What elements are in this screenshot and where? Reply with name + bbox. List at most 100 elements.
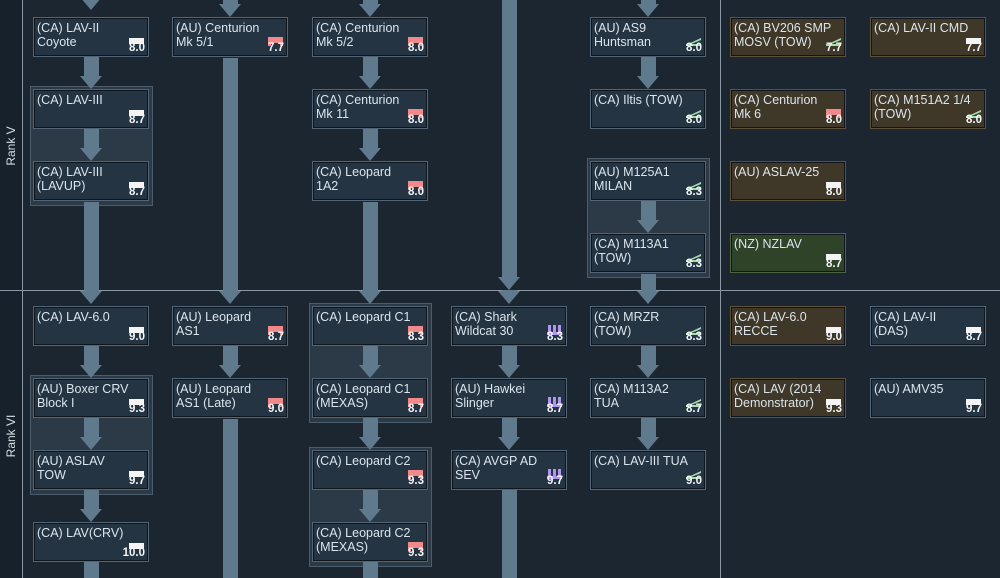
arrow-head [498, 291, 520, 304]
vehicle-card[interactable]: (CA) LAV-II Coyote 8.0 [33, 17, 149, 57]
arrow-head [80, 148, 102, 161]
vehicle-name: (CA) LAV(CRV) [37, 526, 124, 540]
arrow-shaft [223, 346, 238, 366]
vehicle-card[interactable]: (AU) M125A1 MILAN 8.3 [590, 161, 706, 201]
vehicle-card[interactable]: (AU) Leopard AS1 8.7 [172, 306, 288, 346]
vehicle-card[interactable]: (AU) ASLAV TOW 9.7 [33, 450, 149, 490]
vehicle-name: (CA) Leopard C1 (MEXAS) [316, 382, 411, 410]
vehicle-card[interactable]: (CA) M113A2 TUA 8.7 [590, 378, 706, 418]
vehicle-card[interactable]: (CA) Shark Wildcat 30 8.3 [451, 306, 567, 346]
battle-rating: 9.3 [129, 403, 145, 415]
arrow-head [359, 76, 381, 89]
vehicle-name: (CA) Centurion Mk 5/2 [316, 21, 400, 49]
vehicle-card[interactable]: (CA) LAV-6.0 9.0 [33, 306, 149, 346]
vehicle-name: (CA) AVGP AD SEV [455, 454, 538, 482]
vehicle-card[interactable]: (AU) AMV35 9.7 [870, 378, 986, 418]
arrow-head [219, 365, 241, 378]
battle-rating: 8.7 [129, 114, 145, 126]
vehicle-card[interactable]: (CA) Leopard C1 8.3 [312, 306, 428, 346]
vehicle-card[interactable]: (CA) BV206 SMP MOSV (TOW) 7.7 [730, 17, 846, 57]
vehicle-card[interactable]: (AU) Hawkei Slinger 8.7 [451, 378, 567, 418]
arrow-shaft [641, 201, 656, 221]
battle-rating: 8.3 [686, 331, 702, 343]
vehicle-card[interactable]: (NZ) NZLAV 8.7 [730, 233, 846, 273]
vehicle-card[interactable]: (CA) M151A2 1/4 (TOW) 8.0 [870, 89, 986, 129]
vehicle-name: (CA) LAV (2014 Demonstrator) [734, 382, 822, 410]
vehicle-card[interactable]: (CA) LAV-III (LAVUP) 8.7 [33, 161, 149, 201]
vehicle-card[interactable]: (CA) Leopard C2 9.3 [312, 450, 428, 490]
vehicle-card[interactable]: (AU) Centurion Mk 5/1 7.7 [172, 17, 288, 57]
vehicle-name: (CA) Iltis (TOW) [594, 93, 683, 107]
vehicle-name: (CA) LAV-6.0 [37, 310, 110, 324]
arrow-head [637, 437, 659, 450]
vehicle-card[interactable]: (CA) LAV (2014 Demonstrator) 9.3 [730, 378, 846, 418]
arrow-shaft [84, 57, 99, 77]
vehicle-name: (CA) Leopard C2 (MEXAS) [316, 526, 411, 554]
vehicle-name: (CA) Leopard C1 [316, 310, 411, 324]
rank-vi-label: Rank VI [4, 414, 18, 458]
vehicle-name: (CA) Centurion Mk 6 [734, 93, 818, 121]
battle-rating: 8.7 [826, 258, 842, 270]
arrow-shaft [223, 419, 238, 578]
vehicle-name: (CA) Shark Wildcat 30 [455, 310, 517, 338]
arrow-head [498, 365, 520, 378]
battle-rating: 8.0 [826, 186, 842, 198]
vehicle-name: (CA) Leopard C2 [316, 454, 411, 468]
vehicle-card[interactable]: (CA) LAV-II (DAS) 8.7 [870, 306, 986, 346]
vehicle-card[interactable]: (CA) Leopard 1A2 8.0 [312, 161, 428, 201]
arrow-head [219, 291, 241, 304]
battle-rating: 8.0 [408, 114, 424, 126]
arrow-shaft [84, 418, 99, 438]
vehicle-card[interactable]: (CA) Centurion Mk 6 8.0 [730, 89, 846, 129]
battle-rating: 9.0 [268, 403, 284, 415]
vehicle-name: (CA) Leopard 1A2 [316, 165, 392, 193]
vehicle-name: (AU) Hawkei Slinger [455, 382, 526, 410]
arrow-shaft [363, 418, 378, 438]
battle-rating: 9.7 [129, 475, 145, 487]
arrow-shaft [502, 418, 517, 438]
vehicle-card[interactable]: (AU) Leopard AS1 (Late) 9.0 [172, 378, 288, 418]
vehicle-card[interactable]: (CA) MRZR (TOW) 8.3 [590, 306, 706, 346]
arrow-head [219, 4, 241, 17]
vehicle-card[interactable]: (CA) M113A1 (TOW) 8.3 [590, 233, 706, 273]
arrow-shaft [641, 57, 656, 77]
vehicle-card[interactable]: (CA) LAV-6.0 RECCE 9.0 [730, 306, 846, 346]
arrow-shaft [502, 490, 517, 578]
vehicle-name: (AU) Centurion Mk 5/1 [176, 21, 260, 49]
vehicle-card[interactable]: (CA) Leopard C1 (MEXAS) 8.7 [312, 378, 428, 418]
battle-rating: 8.0 [826, 114, 842, 126]
vehicle-card[interactable]: (CA) LAV-III 8.7 [33, 89, 149, 129]
vehicle-name: (CA) LAV-II Coyote [37, 21, 100, 49]
vehicle-card[interactable]: (CA) LAV-II CMD 7.7 [870, 17, 986, 57]
vehicle-card[interactable]: (CA) AVGP AD SEV 9.7 [451, 450, 567, 490]
battle-rating: 7.7 [826, 42, 842, 54]
battle-rating: 8.0 [408, 186, 424, 198]
vehicle-name: (CA) LAV-III (LAVUP) [37, 165, 103, 193]
arrow-shaft [502, 0, 517, 278]
vehicle-card[interactable]: (CA) Leopard C2 (MEXAS) 9.3 [312, 522, 428, 562]
battle-rating: 7.7 [966, 42, 982, 54]
arrow-head [498, 277, 520, 290]
battle-rating: 7.7 [268, 42, 284, 54]
vehicle-card[interactable]: (CA) Iltis (TOW) 8.0 [590, 89, 706, 129]
arrow-shaft [363, 562, 378, 578]
battle-rating: 10.0 [122, 547, 145, 559]
battle-rating: 8.0 [408, 42, 424, 54]
vehicle-name: (CA) Centurion Mk 11 [316, 93, 400, 121]
arrow-head [359, 365, 381, 378]
vehicle-card[interactable]: (CA) LAV-III TUA 9.0 [590, 450, 706, 490]
vehicle-name: (CA) LAV-II CMD [874, 21, 969, 35]
vehicle-name: (CA) MRZR (TOW) [594, 310, 660, 338]
vehicle-card[interactable]: (CA) Centurion Mk 11 8.0 [312, 89, 428, 129]
battle-rating: 8.7 [129, 186, 145, 198]
battle-rating: 8.7 [686, 403, 702, 415]
battle-rating: 9.7 [547, 475, 563, 487]
battle-rating: 9.0 [129, 331, 145, 343]
vehicle-card[interactable]: (AU) Boxer CRV Block I 9.3 [33, 378, 149, 418]
arrow-shaft [84, 562, 99, 578]
vehicle-card[interactable]: (CA) Centurion Mk 5/2 8.0 [312, 17, 428, 57]
vehicle-card[interactable]: (CA) LAV(CRV) 10.0 [33, 522, 149, 562]
battle-rating: 8.3 [686, 258, 702, 270]
vehicle-card[interactable]: (AU) ASLAV-25 8.0 [730, 161, 846, 201]
vehicle-card[interactable]: (AU) AS9 Huntsman 8.0 [590, 17, 706, 57]
